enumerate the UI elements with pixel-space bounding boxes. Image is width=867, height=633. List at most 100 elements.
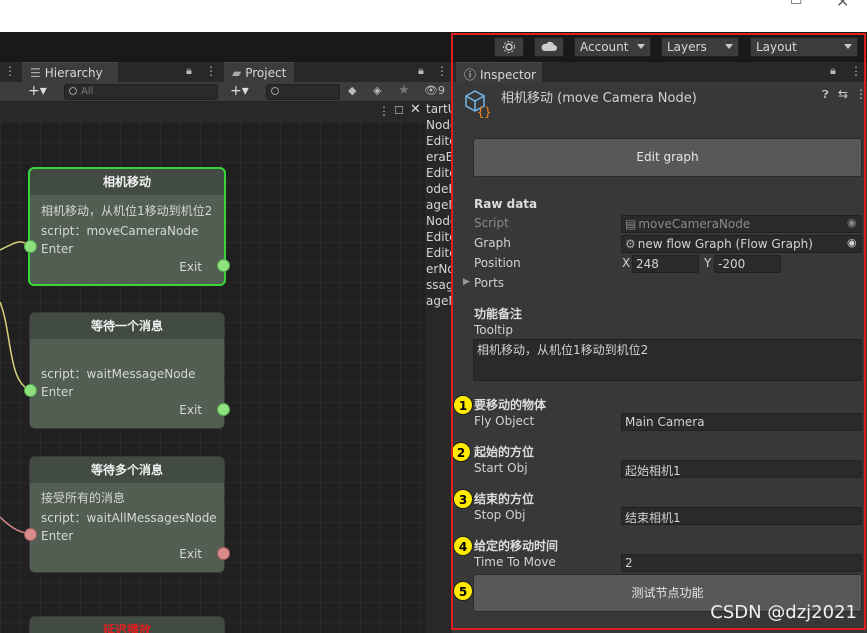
- window-titlebar: ▭ ✕: [0, 0, 867, 32]
- tab-inspector[interactable]: ⓘ Inspector: [456, 62, 542, 82]
- node-title: 等待多个消息: [30, 457, 224, 483]
- graph-node-move-camera[interactable]: 相机移动 相机移动，从机位1移动到机位2 script：moveCameraNo…: [28, 167, 226, 286]
- hierarchy-search-input[interactable]: All: [64, 84, 218, 100]
- inspector-title: 相机移动 (move Camera Node): [501, 91, 697, 106]
- project-tab-label: Project: [245, 66, 287, 80]
- tooltip-label: Tooltip: [474, 323, 513, 337]
- hierarchy-list-partial: tartU Node Edito eraE Edito odeE ageM No…: [426, 102, 452, 322]
- tab-hierarchy[interactable]: ☰ Hierarchy: [22, 62, 118, 82]
- more-options-icon[interactable]: ⋮: [4, 64, 16, 78]
- lock-icon[interactable]: 🔒︎: [830, 64, 836, 78]
- hidden-packages-icon[interactable]: 👁︎9: [424, 84, 445, 97]
- script-label: Script: [474, 216, 509, 230]
- position-x-input[interactable]: 248: [632, 255, 699, 273]
- layers-label: Layers: [667, 40, 707, 54]
- star-icon[interactable]: ★: [398, 83, 410, 98]
- graph-node-delay-play[interactable]: 延迟播放: [29, 616, 225, 633]
- list-item[interactable]: ssag: [426, 278, 452, 294]
- chevron-down-icon: [637, 44, 645, 49]
- layers-dropdown[interactable]: Layers: [661, 37, 739, 57]
- exit-port[interactable]: [217, 403, 230, 416]
- start-obj-field[interactable]: 起始相机1: [621, 460, 862, 478]
- list-item[interactable]: ageN: [426, 294, 452, 310]
- chevron-down-icon: [725, 44, 733, 49]
- enter-port[interactable]: [24, 240, 37, 253]
- y-label: Y: [704, 256, 712, 270]
- more-options-icon[interactable]: ⋮: [436, 64, 448, 78]
- more-options-icon[interactable]: ⋮: [850, 64, 862, 78]
- expand-arrow-icon[interactable]: ▶: [463, 277, 470, 287]
- node-description: 接受所有的消息: [41, 491, 126, 505]
- restore-icon[interactable]: ▭: [790, 0, 802, 9]
- fly-object-label: Fly Object: [474, 414, 535, 428]
- node-script: script：waitMessageNode: [41, 367, 196, 381]
- project-search-input[interactable]: [266, 84, 340, 100]
- object-picker-icon: ◉: [847, 216, 857, 229]
- more-options-icon[interactable]: ⋮: [378, 104, 390, 118]
- help-icon[interactable]: ❓︎: [822, 88, 829, 102]
- node-enter-label: Enter: [41, 529, 74, 543]
- node-title: 相机移动: [30, 169, 224, 195]
- list-item[interactable]: Edito: [426, 166, 452, 182]
- enter-port[interactable]: [24, 384, 37, 397]
- services-gear-button[interactable]: [494, 37, 524, 57]
- edit-graph-button[interactable]: Edit graph: [473, 138, 862, 177]
- time-to-move-input[interactable]: 2: [621, 554, 862, 572]
- list-item[interactable]: odeE: [426, 182, 452, 198]
- node-enter-label: Enter: [41, 385, 74, 399]
- graph-label: Graph: [474, 236, 511, 250]
- close-window-icon[interactable]: ✕: [836, 0, 849, 11]
- inspector-tab-label: Inspector: [480, 68, 536, 82]
- enter-port[interactable]: [24, 528, 37, 541]
- graph-value: new flow Graph (Flow Graph): [637, 237, 813, 251]
- svg-text:{}: {}: [477, 105, 491, 118]
- graph-field[interactable]: ⚙︎ new flow Graph (Flow Graph): [621, 235, 862, 253]
- exit-port[interactable]: [217, 259, 230, 272]
- object-picker-icon[interactable]: ◉: [847, 236, 857, 249]
- ports-foldout[interactable]: Ports: [474, 276, 504, 290]
- close-icon[interactable]: ✕: [410, 102, 421, 117]
- filter-type-icon[interactable]: ◆: [348, 84, 356, 97]
- list-item[interactable]: ageM: [426, 198, 452, 214]
- position-y-input[interactable]: -200: [714, 255, 781, 273]
- script-icon: ▤: [625, 217, 637, 231]
- account-dropdown[interactable]: Account: [574, 37, 651, 57]
- tab-project[interactable]: ▰ Project: [224, 62, 294, 82]
- fly-object-header: 要移动的物体: [474, 398, 547, 412]
- lock-icon[interactable]: 🔒︎: [186, 64, 192, 78]
- node-title: 延迟播放: [30, 617, 224, 633]
- graph-window-header: [0, 102, 426, 122]
- node-description: 相机移动，从机位1移动到机位2: [41, 204, 213, 218]
- fly-object-field[interactable]: Main Camera: [621, 413, 862, 431]
- list-item[interactable]: erNo: [426, 262, 452, 278]
- hierarchy-search-placeholder: All: [81, 86, 94, 97]
- node-enter-label: Enter: [41, 242, 74, 256]
- preset-icon[interactable]: ⇆: [838, 87, 848, 101]
- stop-obj-field[interactable]: 结束相机1: [621, 507, 862, 525]
- position-label: Position: [474, 256, 521, 270]
- layout-dropdown[interactable]: Layout: [750, 37, 858, 57]
- graph-node-wait-message[interactable]: 等待一个消息 script：waitMessageNode Enter Exit: [29, 312, 225, 429]
- label-icon[interactable]: ◈: [373, 84, 381, 97]
- chevron-down-icon: [844, 44, 852, 49]
- list-item[interactable]: tartU: [426, 102, 452, 118]
- list-item[interactable]: Node: [426, 118, 452, 134]
- script-value: moveCameraNode: [638, 217, 751, 231]
- more-options-icon[interactable]: ⋮: [855, 87, 867, 101]
- list-item[interactable]: Edito: [426, 230, 452, 246]
- list-item[interactable]: Edito: [426, 246, 452, 262]
- layout-label: Layout: [756, 40, 797, 54]
- more-options-icon[interactable]: ⋮: [205, 64, 217, 78]
- list-item[interactable]: eraE: [426, 150, 452, 166]
- graph-node-wait-all-messages[interactable]: 等待多个消息 接受所有的消息 script：waitAllMessagesNod…: [29, 456, 225, 573]
- lock-icon[interactable]: 🔒︎: [418, 64, 424, 78]
- maximize-icon[interactable]: ☐: [394, 104, 404, 117]
- add-project-button[interactable]: +▾: [230, 83, 249, 99]
- cloud-button[interactable]: [534, 37, 564, 57]
- node-exit-label: Exit: [179, 547, 202, 561]
- list-item[interactable]: Edito: [426, 134, 452, 150]
- tooltip-textarea[interactable]: 相机移动，从机位1移动到机位2: [473, 339, 862, 381]
- exit-port[interactable]: [217, 547, 230, 560]
- add-hierarchy-button[interactable]: +▾: [28, 83, 47, 99]
- list-item[interactable]: Node: [426, 214, 452, 230]
